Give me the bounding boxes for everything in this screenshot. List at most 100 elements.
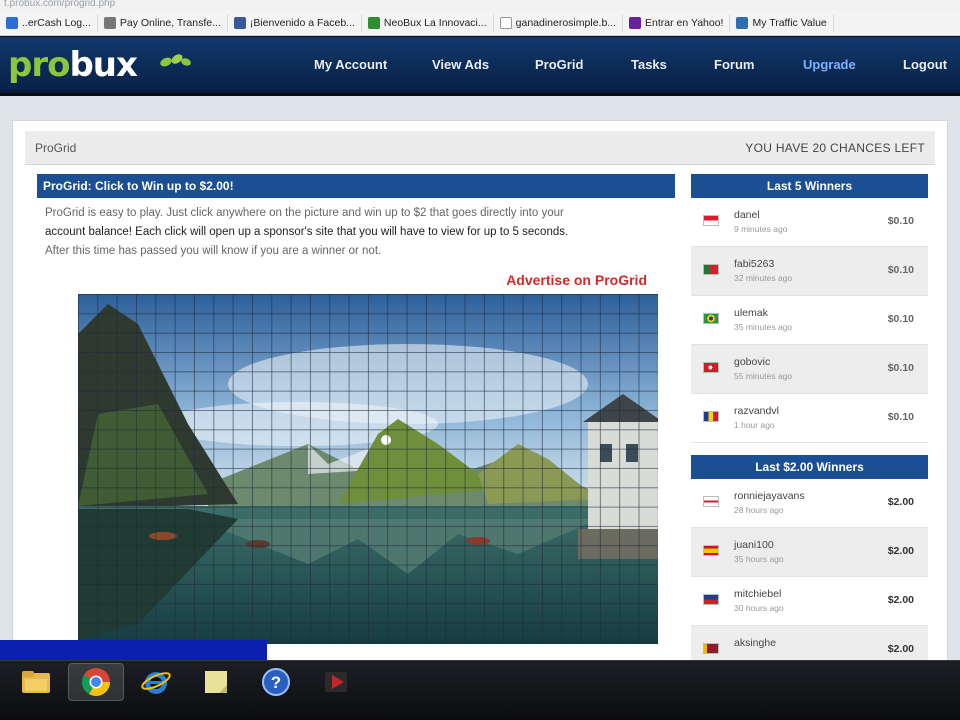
winner-row: fabi5263 32 minutes ago $0.10 [691,247,928,296]
probux-logo[interactable]: probux [8,45,138,85]
brazil-flag-icon [703,313,719,324]
taskbar-chrome[interactable] [68,663,124,701]
winner-name: razvandvl [734,405,779,417]
winner-time: 55 minutes ago [734,371,793,381]
advertise-link[interactable]: Advertise on ProGrid [506,272,647,288]
winner-name: mitchiebel [734,588,782,600]
pay-online-icon [103,16,116,29]
bookmarks-bar: ..erCash Log... Pay Online, Transfe... ¡… [0,10,960,36]
indonesia-flag-icon [703,215,719,226]
file-explorer-icon [22,671,50,693]
winner-time: 1 hour ago [734,420,775,430]
site-header: probux My Account View Ads ProGrid Tasks… [0,37,960,93]
winner-row: ulemak 35 minutes ago $0.10 [691,296,928,345]
nav-progrid[interactable]: ProGrid [535,57,583,72]
progrid-intro: ProGrid is easy to play. Just click anyw… [37,198,675,264]
nav-my-account[interactable]: My Account [314,57,387,72]
winner-name: gobovic [734,356,771,368]
uk-flag-icon [703,496,719,507]
spain-flag-icon [703,545,719,556]
leaf-icon [160,54,191,67]
sticky-notes-icon [205,671,227,693]
winner-name: ulemak [734,307,768,319]
bookmark-ganadinero[interactable]: ganadinerosimple.b... [494,13,624,32]
winner-amount: $0.10 [887,215,914,227]
winner-name: ronniejayavans [734,490,805,502]
winner-name: fabi5263 [734,258,775,270]
content-panel: ProGrid YOU HAVE 20 CHANCES LEFT ProGrid… [12,120,948,680]
winner-row: juani100 35 hours ago $2.00 [691,528,928,577]
last-5-winners-title: Last 5 Winners [691,174,928,198]
taskbar-sticky-notes[interactable] [188,663,244,701]
winner-amount: $2.00 [887,643,914,655]
winners-sidebar: Last 5 Winners danel 9 minutes ago $0.10… [691,174,928,675]
philippines-flag-icon [703,594,719,605]
winner-time: 30 hours ago [734,603,784,613]
taskbar-explorer[interactable] [8,663,64,701]
paycash-icon [6,16,18,29]
chances-left: YOU HAVE 20 CHANCES LEFT [745,141,925,155]
help-icon: ? [262,668,290,696]
winner-time: 32 minutes ago [734,273,793,283]
nav-upgrade[interactable]: Upgrade [803,57,856,72]
winner-row: mitchiebel 30 hours ago $2.00 [691,577,928,626]
chrome-icon [82,668,110,696]
bookmark-yahoo[interactable]: Entrar en Yahoo! [623,13,731,32]
nav-tasks[interactable]: Tasks [631,57,667,72]
page-title: ProGrid [35,141,77,155]
traffic-value-icon [736,16,749,29]
last-200-winners-title: Last $2.00 Winners [691,455,928,479]
winner-row: gobovic 55 minutes ago $0.10 [691,345,928,394]
winner-time: 35 hours ago [734,554,784,564]
winner-name: aksinghe [734,637,777,649]
facebook-icon [233,16,246,29]
progrid-picture[interactable] [78,294,658,644]
bookmark-neobux[interactable]: NeoBux La Innovaci... [362,13,494,32]
taskbar-media[interactable] [308,663,364,701]
taskbar-ie[interactable] [128,663,184,701]
intro-line-1: ProGrid is easy to play. Just click anyw… [45,207,564,219]
winner-amount: $0.10 [887,313,914,325]
window-strip [0,640,267,660]
nav-forum[interactable]: Forum [714,57,754,72]
romania-flag-icon [703,411,719,422]
winner-row: danel 9 minutes ago $0.10 [691,198,928,247]
winner-amount: $0.10 [887,362,914,374]
bookmark-paycash[interactable]: ..erCash Log... [0,13,98,32]
winner-time: 35 minutes ago [734,322,793,332]
panel-header: ProGrid YOU HAVE 20 CHANCES LEFT [25,131,935,165]
page-icon [499,16,512,29]
taskbar: ? [0,660,960,720]
progrid-main: ProGrid: Click to Win up to $2.00! ProGr… [37,174,675,644]
neobux-icon [367,16,380,29]
winner-name: danel [734,209,760,221]
yahoo-icon [629,16,642,29]
bookmark-facebook[interactable]: ¡Bienvenido a Faceb... [228,13,362,32]
winner-amount: $2.00 [887,594,914,606]
intro-line-2: account balance! Each click will open up… [45,226,569,238]
taskbar-help[interactable]: ? [248,663,304,701]
winner-amount: $0.10 [887,264,914,276]
winner-amount: $2.00 [887,496,914,508]
winner-row: ronniejayavans 28 hours ago $2.00 [691,479,928,528]
address-bar[interactable]: t.probux.com/progrid.php [0,0,960,10]
nav-view-ads[interactable]: View Ads [432,57,489,72]
winner-amount: $2.00 [887,545,914,557]
winner-row: razvandvl 1 hour ago $0.10 [691,394,928,443]
grid-overlay [78,294,658,644]
nav-logout[interactable]: Logout [903,57,947,72]
page-body: ProGrid YOU HAVE 20 CHANCES LEFT ProGrid… [0,96,960,680]
intro-line-3: After this time has passed you will know… [45,245,382,257]
sri-lanka-flag-icon [703,643,719,654]
portugal-flag-icon [703,264,719,275]
bookmark-traffic-value[interactable]: My Traffic Value [730,13,834,32]
progrid-title-bar: ProGrid: Click to Win up to $2.00! [37,174,675,198]
winner-time: 9 minutes ago [734,224,788,234]
svg-text:?: ? [271,673,281,692]
winner-time: 28 hours ago [734,505,784,515]
media-app-icon [325,672,347,692]
internet-explorer-icon [141,672,171,694]
bookmark-pay-online[interactable]: Pay Online, Transfe... [98,13,228,32]
winner-name: juani100 [734,539,774,551]
